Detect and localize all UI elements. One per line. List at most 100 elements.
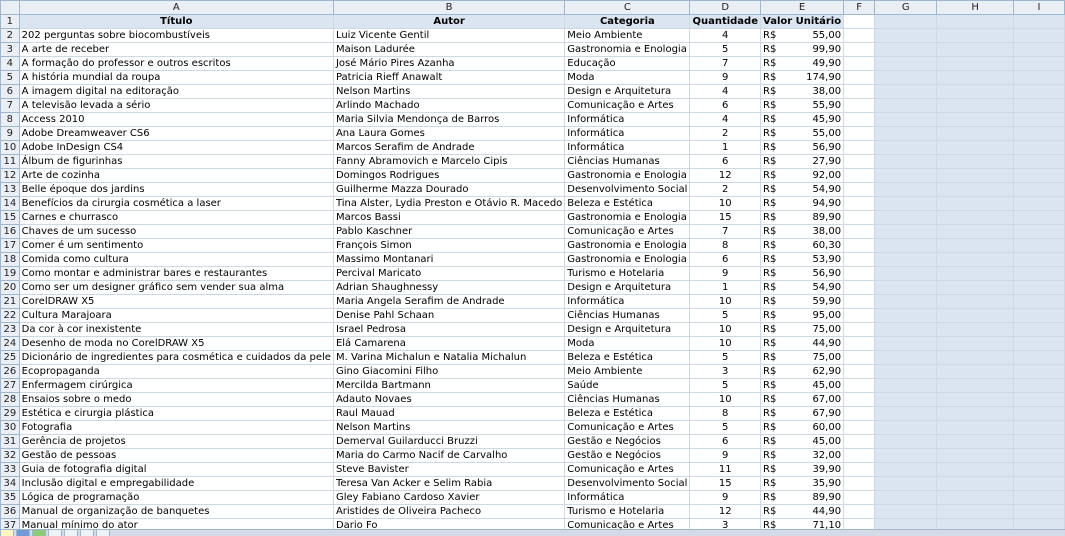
column-header-g[interactable]: G [874, 0, 938, 15]
empty-cell[interactable] [874, 280, 938, 295]
row-header[interactable]: 6 [0, 84, 20, 99]
empty-cell[interactable] [843, 266, 876, 281]
empty-cell[interactable] [936, 168, 1014, 183]
cell-autor[interactable]: Marcos Bassi [332, 210, 566, 225]
cell-quantidade[interactable]: 6 [689, 252, 761, 267]
cell-categoria[interactable]: Comunicação e Artes [564, 224, 691, 239]
cell-quantidade[interactable]: 10 [689, 196, 761, 211]
row-header[interactable]: 37 [0, 518, 20, 529]
header-quantidade[interactable]: Quantidade [689, 14, 761, 29]
column-header-b[interactable]: B [332, 0, 566, 15]
cell-autor[interactable]: Teresa Van Acker e Selim Rabia [332, 476, 566, 491]
empty-cell[interactable] [936, 140, 1014, 155]
empty-cell[interactable] [874, 84, 938, 99]
cell-autor[interactable]: Patricia Rieff Anawalt [332, 70, 566, 85]
cell-titulo[interactable]: Belle époque dos jardins [18, 182, 334, 197]
empty-cell[interactable] [843, 518, 876, 529]
cell-quantidade[interactable]: 11 [689, 462, 761, 477]
cell-quantidade[interactable]: 3 [689, 364, 761, 379]
row-header[interactable]: 36 [0, 504, 20, 519]
empty-cell[interactable] [1012, 490, 1065, 505]
cell-quantidade[interactable]: 5 [689, 42, 761, 57]
cell-quantidade[interactable]: 6 [689, 98, 761, 113]
sheet-tab[interactable] [80, 530, 94, 536]
cell-titulo[interactable]: 202 perguntas sobre biocombustíveis [18, 28, 334, 43]
cell-autor[interactable]: Pablo Kaschner [332, 224, 566, 239]
empty-cell[interactable] [874, 420, 938, 435]
cell-valor[interactable]: R$ 94,90 [759, 196, 845, 211]
empty-cell[interactable] [1012, 28, 1065, 43]
empty-cell[interactable] [936, 336, 1014, 351]
cell-valor[interactable]: R$ 67,00 [759, 392, 845, 407]
header-valor[interactable]: Valor Unitário [759, 14, 845, 29]
header-autor[interactable]: Autor [332, 14, 566, 29]
empty-cell[interactable] [843, 84, 876, 99]
cell-autor[interactable]: Adauto Novaes [332, 392, 566, 407]
cell-autor[interactable]: Raul Mauad [332, 406, 566, 421]
empty-cell[interactable] [874, 266, 938, 281]
cell-valor[interactable]: R$ 27,90 [759, 154, 845, 169]
cell-valor[interactable]: R$ 67,90 [759, 406, 845, 421]
cell-valor[interactable]: R$ 38,00 [759, 224, 845, 239]
cell-quantidade[interactable]: 6 [689, 434, 761, 449]
cell-categoria[interactable]: Moda [564, 70, 691, 85]
cell-quantidade[interactable]: 9 [689, 490, 761, 505]
cell-valor[interactable]: R$ 89,90 [759, 490, 845, 505]
empty-cell[interactable] [936, 490, 1014, 505]
empty-cell[interactable] [843, 28, 876, 43]
cell-autor[interactable]: Luiz Vicente Gentil [332, 28, 566, 43]
empty-cell[interactable] [874, 154, 938, 169]
cell-autor[interactable]: Aristides de Oliveira Pacheco [332, 504, 566, 519]
cell-quantidade[interactable]: 5 [689, 350, 761, 365]
empty-cell[interactable] [936, 266, 1014, 281]
empty-cell[interactable] [843, 70, 876, 85]
empty-cell[interactable] [1012, 518, 1065, 529]
row-header[interactable]: 9 [0, 126, 20, 141]
column-header-c[interactable]: C [564, 0, 691, 15]
empty-cell[interactable] [936, 42, 1014, 57]
empty-cell[interactable] [1012, 462, 1065, 477]
cell-quantidade[interactable]: 10 [689, 336, 761, 351]
cell-autor[interactable]: Maria do Carmo Nacif de Carvalho [332, 448, 566, 463]
cell-valor[interactable]: R$ 49,90 [759, 56, 845, 71]
empty-cell[interactable] [843, 238, 876, 253]
cell-quantidade[interactable]: 15 [689, 476, 761, 491]
empty-cell[interactable] [874, 518, 938, 529]
column-header-h[interactable]: H [936, 0, 1014, 15]
empty-cell[interactable] [874, 336, 938, 351]
empty-cell[interactable] [843, 448, 876, 463]
cell-quantidade[interactable]: 4 [689, 84, 761, 99]
cell-valor[interactable]: R$ 174,90 [759, 70, 845, 85]
empty-cell[interactable] [1012, 448, 1065, 463]
empty-cell[interactable] [936, 434, 1014, 449]
sheet-tab[interactable] [64, 530, 78, 536]
cell-titulo[interactable]: Como ser um designer gráfico sem vender … [18, 280, 334, 295]
empty-cell[interactable] [843, 112, 876, 127]
cell-autor[interactable]: Tina Alster, Lydia Preston e Otávio R. M… [332, 196, 566, 211]
empty-cell[interactable] [1012, 266, 1065, 281]
cell-categoria[interactable]: Turismo e Hotelaria [564, 266, 691, 281]
sheet-tab[interactable] [16, 530, 30, 536]
row-header[interactable]: 24 [0, 336, 20, 351]
empty-cell[interactable] [843, 224, 876, 239]
row-header[interactable]: 17 [0, 238, 20, 253]
cell-categoria[interactable]: Comunicação e Artes [564, 518, 691, 529]
cell-quantidade[interactable]: 9 [689, 70, 761, 85]
empty-cell[interactable] [874, 350, 938, 365]
cell-titulo[interactable]: Inclusão digital e empregabilidade [18, 476, 334, 491]
empty-cell[interactable] [843, 56, 876, 71]
cell-autor[interactable]: Domingos Rodrigues [332, 168, 566, 183]
cell-quantidade[interactable]: 1 [689, 140, 761, 155]
cell-quantidade[interactable]: 8 [689, 406, 761, 421]
cell-quantidade[interactable]: 5 [689, 378, 761, 393]
cell-categoria[interactable]: Gastronomia e Enologia [564, 238, 691, 253]
cell-categoria[interactable]: Beleza e Estética [564, 196, 691, 211]
cell-categoria[interactable]: Desenvolvimento Social [564, 182, 691, 197]
cell-titulo[interactable]: A história mundial da roupa [18, 70, 334, 85]
empty-cell[interactable] [936, 308, 1014, 323]
empty-cell[interactable] [874, 364, 938, 379]
empty-cell[interactable] [843, 476, 876, 491]
cell-categoria[interactable]: Gastronomia e Enologia [564, 252, 691, 267]
empty-cell[interactable] [843, 168, 876, 183]
cell-quantidade[interactable]: 2 [689, 126, 761, 141]
